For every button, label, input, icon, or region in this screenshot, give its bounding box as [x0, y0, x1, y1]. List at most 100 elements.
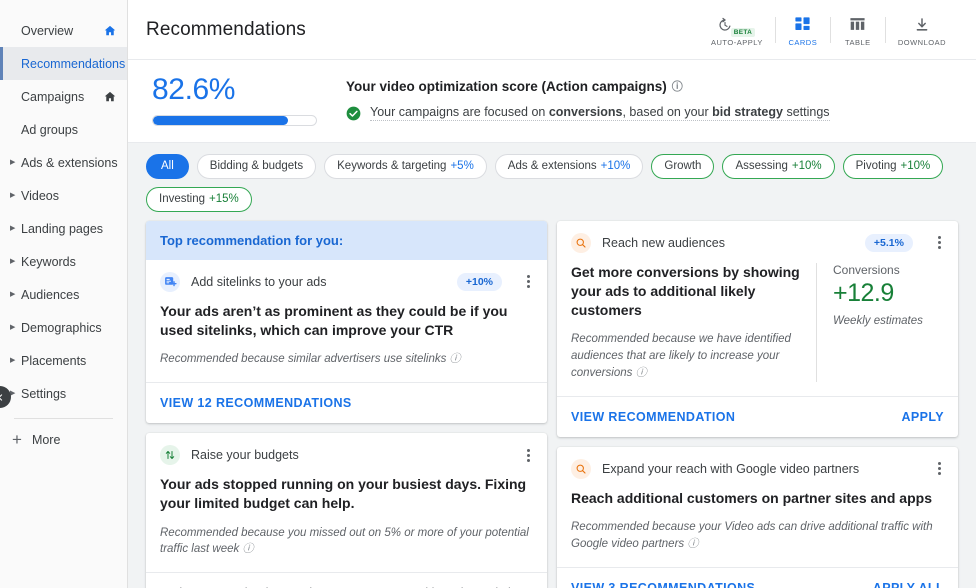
page-header: Recommendations BETA AUTO-APPLY CARDS TABLE… — [128, 0, 976, 60]
sidebar-item-ads-extensions[interactable]: ▶ Ads & extensions — [0, 146, 127, 179]
card-body: Your ads stopped running on your busiest… — [146, 473, 547, 572]
sidebar-item-more[interactable]: + More — [0, 423, 127, 456]
apply-button[interactable]: APPLY — [901, 410, 944, 424]
chevron-right-icon: ▶ — [10, 192, 16, 199]
sidebar-item-demographics[interactable]: ▶ Demographics — [0, 311, 127, 344]
sidebar-item-videos[interactable]: ▶ Videos — [0, 179, 127, 212]
sidebar-item-label: Videos — [21, 188, 59, 203]
sidebar-item-settings[interactable]: ▶ Settings — [0, 377, 127, 410]
filter-chip-keywords-targeting[interactable]: Keywords & targeting +5% — [324, 153, 487, 179]
optimization-score-band: 82.6% Your video optimization score (Act… — [128, 60, 976, 143]
filter-chip-pivoting[interactable]: Pivoting +10% — [842, 153, 944, 179]
top-recommendation-banner: Top recommendation for you: — [146, 220, 547, 260]
card-body: Your ads aren’t as prominent as they cou… — [146, 300, 547, 383]
score-block: 82.6% — [146, 74, 346, 126]
score-value: 82.6% — [152, 73, 236, 106]
filter-chip-all[interactable]: All — [146, 153, 189, 179]
sidebar-item-placements[interactable]: ▶ Placements — [0, 344, 127, 377]
plus-icon: + — [12, 430, 22, 449]
card-title: Add sitelinks to your ads — [191, 274, 327, 289]
header-tools: BETA AUTO-APPLY CARDS TABLE DOWNLOAD — [699, 7, 958, 53]
chip-delta: +10% — [791, 160, 822, 172]
card-footer: VIEW RECOMMENDATION APPLY — [557, 395, 958, 437]
status-suffix: settings — [782, 105, 830, 119]
metric-label: Conversions — [833, 262, 900, 277]
score-progress-bar — [152, 114, 317, 126]
toolbar-label: CARDS — [788, 37, 818, 47]
card-body-main: Your ads stopped running on your busiest… — [160, 475, 533, 558]
filter-chip-investing[interactable]: Investing +15% — [146, 186, 252, 212]
sidebar-item-campaigns[interactable]: Campaigns — [0, 80, 127, 113]
chip-delta: +10% — [900, 160, 931, 172]
chevron-left-icon — [0, 393, 2, 401]
content-area: All Bidding & budgets Keywords & targeting… — [128, 142, 976, 588]
card-reason: Recommended because you missed out on 5%… — [160, 525, 533, 559]
toolbar-cards-button[interactable]: CARDS — [776, 13, 830, 47]
filter-chip-ads-extensions[interactable]: Ads & extensions +10% — [494, 153, 644, 179]
view-recommendation-link[interactable]: VIEW RECOMMENDATION — [571, 410, 735, 424]
toolbar-label: DOWNLOAD — [897, 37, 946, 47]
sidebar-item-audiences[interactable]: ▶ Audiences — [0, 278, 127, 311]
card-raise-budgets: Raise your budgets Your ads stopped runn… — [146, 433, 547, 588]
kebab-menu-icon[interactable] — [519, 272, 537, 291]
card-title: Reach new audiences — [602, 235, 725, 250]
card-header: Add sitelinks to your ads +10% — [146, 260, 547, 300]
chip-delta: +15% — [209, 193, 239, 205]
beta-badge: BETA — [730, 27, 756, 37]
sidebar-item-overview[interactable]: Overview — [0, 14, 127, 47]
sidebar-item-label: Audiences — [21, 287, 80, 302]
card-body-main: Your ads aren’t as prominent as they cou… — [160, 302, 533, 369]
home-icon — [104, 91, 116, 101]
card-reason-text: Recommended because you missed out on 5%… — [160, 526, 529, 556]
sidebar-item-label: Recommendations — [21, 56, 126, 71]
card-header: Reach new audiences +5.1% — [557, 221, 958, 261]
sidebar-item-recommendations[interactable]: Recommendations — [0, 47, 127, 80]
view-recommendations-link[interactable]: VIEW 3 RECOMMENDATIONS — [571, 581, 755, 588]
filter-chip-bidding-budgets[interactable]: Bidding & budgets — [196, 153, 317, 179]
toolbar-table-button[interactable]: TABLE — [831, 13, 885, 47]
chevron-right-icon: ▶ — [10, 324, 16, 331]
kebab-menu-icon[interactable] — [930, 233, 948, 252]
view-recommendations-link[interactable]: VIEW 12 RECOMMENDATIONS — [160, 396, 352, 410]
card-add-sitelinks: Top recommendation for you: Add sitelink… — [146, 220, 547, 424]
toolbar-download-button[interactable]: DOWNLOAD — [886, 13, 958, 47]
card-body-main: Reach additional customers on partner si… — [571, 489, 944, 553]
sidebar-item-label: Keywords — [21, 254, 76, 269]
card-reason: Recommended because similar advertisers … — [160, 351, 533, 368]
home-icon — [104, 25, 116, 35]
help-circle-icon[interactable]: ⓘ — [687, 537, 698, 553]
sidebar-item-keywords[interactable]: ▶ Keywords — [0, 245, 127, 278]
right-column: Reach new audiences +5.1% Get more conve… — [557, 220, 958, 588]
kebab-menu-icon[interactable] — [930, 459, 948, 478]
history-clock-icon: BETA — [717, 13, 757, 37]
kebab-menu-icon[interactable] — [519, 446, 537, 465]
card-title: Raise your budgets — [191, 448, 299, 463]
check-circle-icon — [346, 106, 361, 120]
help-circle-icon[interactable]: ⓘ — [672, 78, 683, 94]
help-circle-icon[interactable]: ⓘ — [242, 542, 253, 558]
chevron-right-icon: ▶ — [10, 390, 16, 397]
app-root: Overview Recommendations Campaigns Ad group… — [0, 0, 976, 588]
help-circle-icon[interactable]: ⓘ — [636, 366, 647, 382]
chip-label: Growth — [664, 160, 702, 172]
score-text-block: Your video optimization score (Action ca… — [346, 74, 830, 121]
toolbar-auto-apply-button[interactable]: BETA AUTO-APPLY — [699, 13, 775, 47]
card-reason: Recommended because we have identified a… — [571, 331, 802, 381]
sidebar-item-landing-pages[interactable]: ▶ Landing pages — [0, 212, 127, 245]
chip-label: All — [161, 160, 174, 172]
score-headline: Your video optimization score (Action ca… — [346, 78, 830, 94]
sidebar-divider — [14, 418, 113, 419]
metric-value: +12.9 — [833, 278, 894, 307]
sidebar-nav-list: Overview Recommendations Campaigns Ad group… — [0, 14, 127, 410]
toolbar-label: AUTO-APPLY — [711, 37, 763, 47]
card-body-main: Get more conversions by showing your ads… — [571, 263, 802, 382]
card-title: Expand your reach with Google video part… — [602, 461, 860, 476]
sidebar-item-ad-groups[interactable]: Ad groups — [0, 113, 127, 146]
filter-chip-growth[interactable]: Growth — [651, 153, 715, 179]
filter-chip-assessing[interactable]: Assessing +10% — [722, 153, 835, 179]
apply-all-button[interactable]: APPLY ALL — [873, 581, 944, 588]
sidebar-item-label: Settings — [21, 386, 67, 401]
help-circle-icon[interactable]: ⓘ — [450, 352, 461, 368]
card-reason-text: Recommended because your Video ads can d… — [571, 521, 933, 550]
score-status-text: Your campaigns are focused on conversion… — [370, 105, 830, 121]
